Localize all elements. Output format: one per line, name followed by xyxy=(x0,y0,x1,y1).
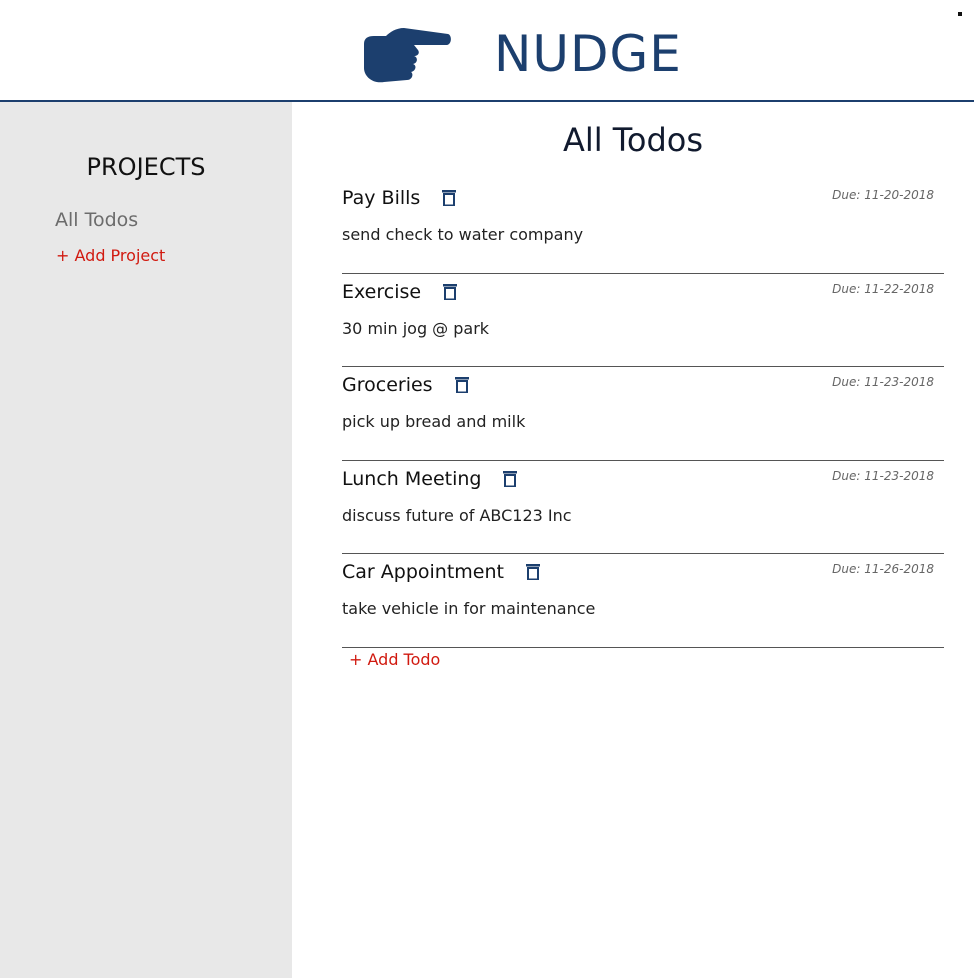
sidebar-title: PROJECTS xyxy=(86,153,206,181)
corner-dot xyxy=(958,12,962,16)
todo-title[interactable]: Pay Bills xyxy=(342,186,420,210)
projects-sidebar: PROJECTS All Todos + Add Project xyxy=(0,102,292,978)
todo-title[interactable]: Groceries xyxy=(342,373,433,397)
trash-icon[interactable] xyxy=(503,470,518,487)
trash-icon[interactable] xyxy=(442,190,457,206)
sidebar-item-all-todos[interactable]: All Todos xyxy=(55,208,138,232)
todo-description: take vehicle in for maintenance xyxy=(342,599,596,618)
todo-due-date: Due: 11-23-2018 xyxy=(832,468,934,483)
todo-item: Pay Bills Due: 11-20-2018 send check to … xyxy=(342,180,944,274)
todo-due-date: Due: 11-26-2018 xyxy=(832,562,934,576)
app-brand-title: NUDGE xyxy=(494,25,682,83)
trash-icon[interactable] xyxy=(454,377,469,393)
todo-item: Car Appointment Due: 11-26-2018 take veh… xyxy=(342,554,944,648)
todo-due-date: Due: 11-20-2018 xyxy=(832,188,934,202)
todo-description: 30 min jog @ park xyxy=(342,318,490,338)
todo-title[interactable]: Exercise xyxy=(342,280,421,304)
pointing-hand-icon xyxy=(364,28,451,83)
main-content: All Todos Pay Bills Due: 11-20-2018 send… xyxy=(292,102,974,978)
todo-item: Groceries Due: 11-23-2018 pick up bread … xyxy=(342,367,944,461)
todo-due-date: Due: 11-23-2018 xyxy=(832,375,934,389)
todo-title[interactable]: Car Appointment xyxy=(342,560,504,584)
todo-item: Exercise Due: 11-22-2018 30 min jog @ pa… xyxy=(342,274,944,367)
page-title: All Todos xyxy=(562,121,704,159)
add-project-button[interactable]: + Add Project xyxy=(56,245,165,267)
todo-title[interactable]: Lunch Meeting xyxy=(342,467,481,491)
add-todo-button[interactable]: + Add Todo xyxy=(349,649,440,671)
todo-description: discuss future of ABC123 Inc xyxy=(342,505,572,525)
app-header: NUDGE xyxy=(0,0,974,102)
todo-list: Pay Bills Due: 11-20-2018 send check to … xyxy=(342,180,944,648)
todo-description: pick up bread and milk xyxy=(342,412,526,431)
trash-icon[interactable] xyxy=(443,283,458,300)
todo-item: Lunch Meeting Due: 11-23-2018 discuss fu… xyxy=(342,461,944,554)
trash-icon[interactable] xyxy=(525,564,540,580)
todo-description: send check to water company xyxy=(342,225,584,244)
todo-due-date: Due: 11-22-2018 xyxy=(832,281,934,296)
